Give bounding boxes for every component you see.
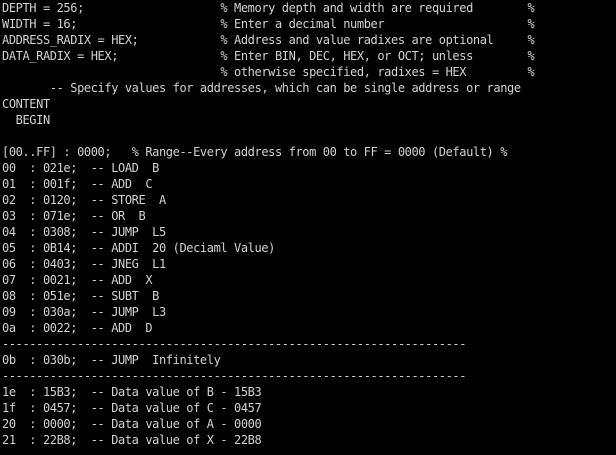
terminal-window[interactable]: DEPTH = 256; % Memory depth and width ar… bbox=[0, 0, 616, 455]
instruction-line: 07 : 0021; -- ADD X bbox=[2, 273, 153, 287]
data-value-line: 20 : 0000; -- Data value of A - 0000 bbox=[2, 417, 262, 431]
instruction-line: 09 : 030a; -- JUMP L3 bbox=[2, 305, 166, 319]
data-value-line: 1e : 15B3; -- Data value of B - 15B3 bbox=[2, 385, 262, 399]
separator-line: ----------------------------------------… bbox=[2, 369, 467, 383]
header-line-width: WIDTH = 16; % Enter a decimal number % bbox=[2, 17, 535, 31]
separator-line: ----------------------------------------… bbox=[2, 337, 467, 351]
instruction-line: 06 : 0403; -- JNEG L1 bbox=[2, 257, 166, 271]
instruction-line: 02 : 0120; -- STORE A bbox=[2, 193, 166, 207]
instruction-line: 00 : 021e; -- LOAD B bbox=[2, 161, 159, 175]
header-line-depth: DEPTH = 256; % Memory depth and width ar… bbox=[2, 1, 535, 15]
begin-keyword: BEGIN bbox=[2, 113, 51, 127]
header-line-data-radix: DATA_RADIX = HEX; % Enter BIN, DEC, HEX,… bbox=[2, 49, 535, 63]
instruction-line: 01 : 001f; -- ADD C bbox=[2, 177, 153, 191]
header-line-address-radix: ADDRESS_RADIX = HEX; % Address and value… bbox=[2, 33, 535, 47]
instruction-line: 04 : 0308; -- JUMP L5 bbox=[2, 225, 166, 239]
data-value-line: 21 : 22B8; -- Data value of X - 22B8 bbox=[2, 433, 262, 447]
instruction-line: 03 : 071e; -- OR B bbox=[2, 209, 146, 223]
jump-infinitely-line: 0b : 030b; -- JUMP Infinitely bbox=[2, 353, 221, 367]
instruction-line: 05 : 0B14; -- ADDI 20 (Deciaml Value) bbox=[2, 241, 275, 255]
content-keyword: CONTENT bbox=[2, 97, 50, 111]
header-line-radix-note: % otherwise specified, radixes = HEX % bbox=[2, 65, 535, 79]
range-default-line: [00..FF] : 0000; % Range--Every address … bbox=[2, 145, 508, 159]
instruction-line: 0a : 0022; -- ADD D bbox=[2, 321, 153, 335]
instruction-line: 08 : 051e; -- SUBT B bbox=[2, 289, 159, 303]
data-value-line: 1f : 0457; -- Data value of C - 0457 bbox=[2, 401, 262, 415]
header-line-specify-comment: -- Specify values for addresses, which c… bbox=[2, 81, 521, 95]
